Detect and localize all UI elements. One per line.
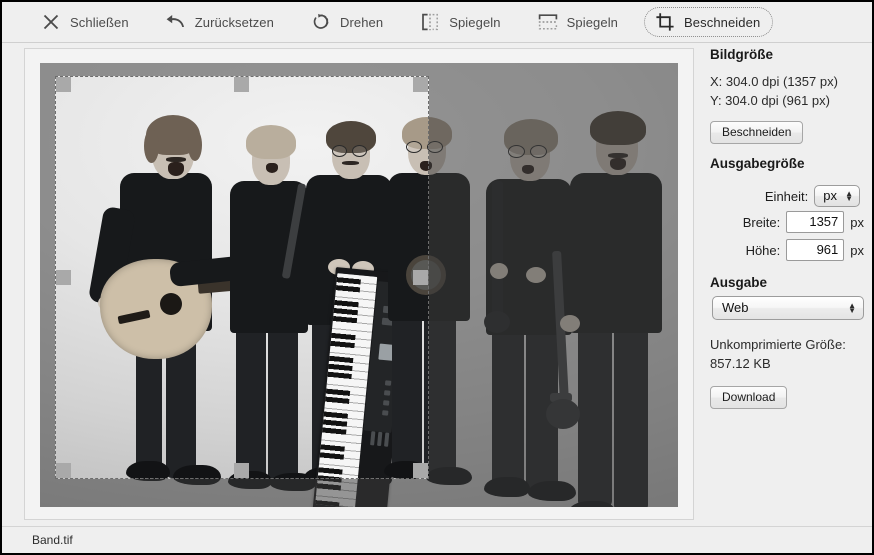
toolbar-button-flip-horizontal[interactable]: Spiegeln	[409, 7, 510, 37]
height-label: Höhe:	[745, 242, 781, 258]
image-size-x-value: X: 304.0 dpi (1357 px)	[710, 74, 838, 89]
unit-label: Einheit:	[764, 188, 809, 204]
toolbar-label-close: Schließen	[70, 14, 129, 30]
close-x-icon	[40, 11, 62, 33]
section-heading-output: Ausgabe	[710, 275, 768, 290]
image-size-y-value: Y: 304.0 dpi (961 px)	[710, 93, 830, 108]
toolbar-label-rotate: Drehen	[339, 14, 384, 30]
toolbar: Schließen Zurücksetzen Drehen Spiegeln S…	[2, 2, 872, 43]
photo-image[interactable]	[40, 63, 678, 507]
height-unit: px	[850, 242, 864, 258]
crop-icon	[654, 11, 676, 33]
crop-handle-top-left[interactable]	[56, 77, 71, 92]
flip-horizontal-icon	[419, 11, 441, 33]
image-canvas-frame[interactable]	[24, 48, 694, 520]
download-button[interactable]: Download	[710, 386, 788, 409]
height-input[interactable]	[786, 239, 845, 261]
output-preset-value: Web	[722, 300, 749, 315]
unit-select-value: px	[823, 188, 837, 203]
filename-label: Band.tif	[32, 533, 73, 547]
undo-arrow-icon	[165, 11, 187, 33]
image-editor-window: Schließen Zurücksetzen Drehen Spiegeln S…	[0, 0, 874, 555]
crop-handle-top-center[interactable]	[234, 77, 249, 92]
output-preset-arrows-icon: ▲ ▼	[848, 301, 856, 315]
toolbar-label-flip-vertical: Spiegeln	[566, 14, 619, 30]
crop-handle-top-right[interactable]	[413, 77, 428, 92]
unit-select[interactable]: px ▲ ▼	[814, 185, 860, 207]
toolbar-button-rotate[interactable]: Drehen	[300, 7, 393, 37]
flip-vertical-icon	[537, 11, 559, 33]
width-label: Breite:	[742, 214, 781, 230]
crop-dim-top	[40, 63, 678, 76]
output-preset-select[interactable]: Web ▲ ▼	[712, 296, 864, 320]
toolbar-button-crop[interactable]: Beschneiden	[644, 7, 774, 37]
toolbar-label-crop: Beschneiden	[684, 14, 761, 30]
apply-crop-button[interactable]: Beschneiden	[710, 121, 804, 144]
toolbar-button-flip-vertical[interactable]: Spiegeln	[527, 7, 628, 37]
rotate-icon	[310, 11, 332, 33]
uncompressed-size-value: 857.12 KB	[710, 356, 771, 371]
toolbar-button-close[interactable]: Schließen	[30, 7, 139, 37]
stepper-arrows-icon: ▲ ▼	[845, 189, 853, 203]
crop-handle-middle-left[interactable]	[56, 270, 71, 285]
crop-dim-left	[40, 76, 55, 479]
properties-sidebar: Bildgröße X: 304.0 dpi (1357 px) Y: 304.…	[702, 43, 872, 531]
width-unit: px	[850, 214, 864, 230]
status-bar: Band.tif	[2, 526, 872, 553]
toolbar-label-reset: Zurücksetzen	[194, 14, 274, 30]
uncompressed-size-label: Unkomprimierte Größe:	[710, 337, 846, 352]
section-heading-output-size: Ausgabegröße	[710, 156, 805, 171]
toolbar-button-reset[interactable]: Zurücksetzen	[155, 7, 284, 37]
toolbar-label-flip-horizontal: Spiegeln	[449, 14, 501, 30]
crop-handle-bottom-left[interactable]	[56, 463, 71, 478]
section-heading-image-size: Bildgröße	[710, 47, 773, 62]
width-input[interactable]	[786, 211, 845, 233]
